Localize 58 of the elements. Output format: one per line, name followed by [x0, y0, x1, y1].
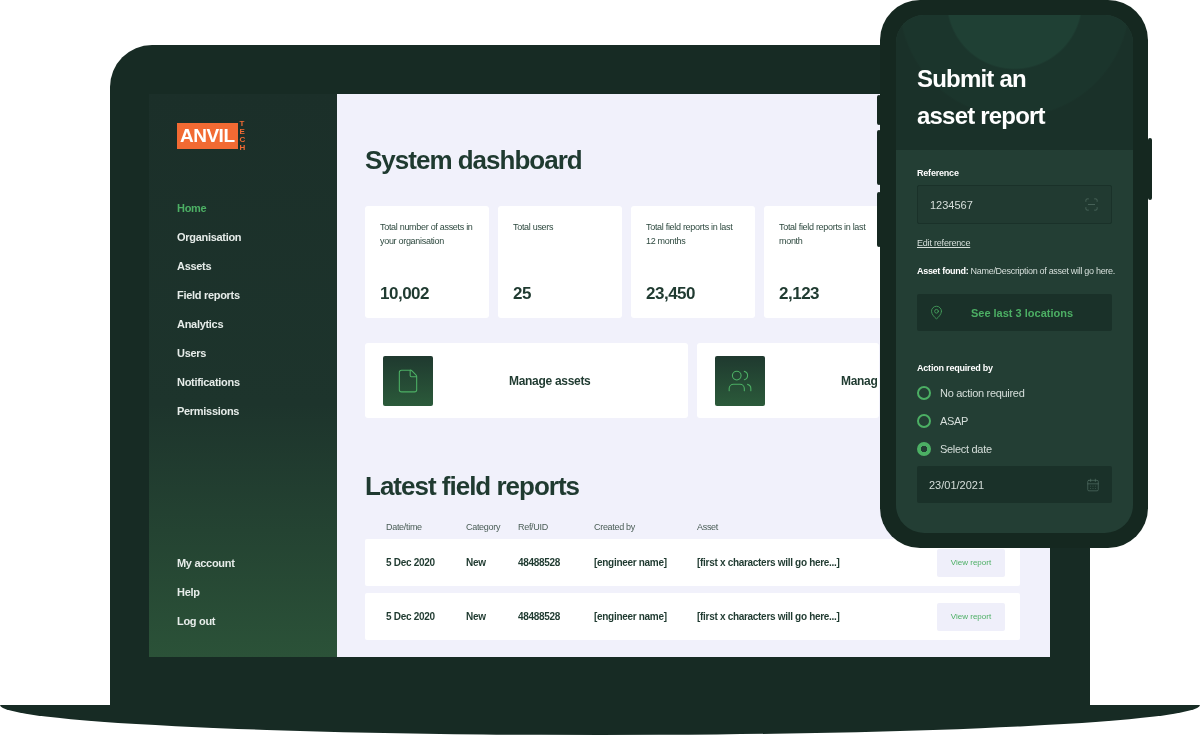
- nav-item[interactable]: Field reports: [177, 287, 337, 303]
- nav-item[interactable]: Home: [177, 200, 337, 216]
- date-field[interactable]: 23/01/2021: [917, 466, 1112, 503]
- nav-item[interactable]: Notifications: [177, 374, 337, 390]
- stat-label: Total field reports in last 12 months: [646, 221, 734, 248]
- table-cell-text: [first x characters will go here...]: [697, 557, 841, 568]
- action-card[interactable]: Manag: [697, 343, 879, 418]
- scan-icon[interactable]: [1084, 197, 1099, 212]
- action-card[interactable]: Manage assets: [365, 343, 688, 418]
- table-cell-text: 48488528: [518, 557, 562, 568]
- nav-item[interactable]: Help: [177, 584, 337, 600]
- table-cell-text: [engineer name]: [594, 557, 668, 568]
- table-cell-text: New: [466, 557, 487, 568]
- logo-text: ANVIL: [177, 123, 238, 149]
- radio-option[interactable]: Select date: [917, 442, 1112, 456]
- radio-option[interactable]: ASAP: [917, 414, 1112, 428]
- page-title: System dashboard: [365, 144, 582, 176]
- column-header: Date/time: [386, 522, 423, 532]
- stat-label: Total number of assets in your organisation: [380, 221, 474, 248]
- radio-option[interactable]: No action required: [917, 386, 1112, 400]
- nav-item[interactable]: My account: [177, 555, 337, 571]
- nav-item[interactable]: Assets: [177, 258, 337, 274]
- section-title: Latest field reports: [365, 470, 580, 502]
- stat-label: Total field reports in last month: [779, 221, 867, 248]
- action-label: Manag: [841, 373, 878, 388]
- table-cell-text: New: [466, 611, 487, 622]
- users-icon: [715, 355, 765, 406]
- form-title: asset report: [917, 101, 1047, 131]
- column-header: Ref/UID: [518, 522, 549, 532]
- locations-button[interactable]: See last 3 locations: [917, 294, 1112, 331]
- logo-subtext: TECH: [239, 120, 247, 152]
- table-cell-text: [first x characters will go here...]: [697, 611, 841, 622]
- nav-item[interactable]: Users: [177, 345, 337, 361]
- field-label: Reference: [917, 168, 960, 178]
- stat-value: 2,123: [779, 284, 821, 304]
- nav-item[interactable]: Organisation: [177, 229, 337, 245]
- table-cell-text: 5 Dec 2020: [386, 611, 436, 622]
- calendar-icon[interactable]: [1086, 477, 1100, 492]
- stat-label: Total users: [513, 221, 555, 234]
- table-cell-text: 48488528: [518, 611, 562, 622]
- table-cell-text: [engineer name]: [594, 611, 668, 622]
- column-header: Asset: [697, 522, 719, 532]
- column-header: Created by: [594, 522, 637, 532]
- field-label: Action required by: [917, 363, 994, 373]
- stat-value: 23,450: [646, 284, 696, 304]
- action-label: Manage assets: [509, 373, 591, 388]
- nav-item[interactable]: Log out: [177, 613, 337, 629]
- form-title: Submit an: [917, 64, 1027, 94]
- stat-value: 10,002: [380, 284, 430, 304]
- map-pin-icon: [929, 305, 944, 320]
- nav-item[interactable]: Analytics: [177, 316, 337, 332]
- reference-field[interactable]: 1234567: [917, 185, 1112, 224]
- edit-reference-link[interactable]: Edit reference: [917, 238, 971, 248]
- table-cell-text: 5 Dec 2020: [386, 557, 436, 568]
- stat-value: 25: [513, 284, 532, 304]
- document-icon: [383, 355, 433, 406]
- column-header: Category: [466, 522, 502, 532]
- nav-item[interactable]: Permissions: [177, 403, 337, 419]
